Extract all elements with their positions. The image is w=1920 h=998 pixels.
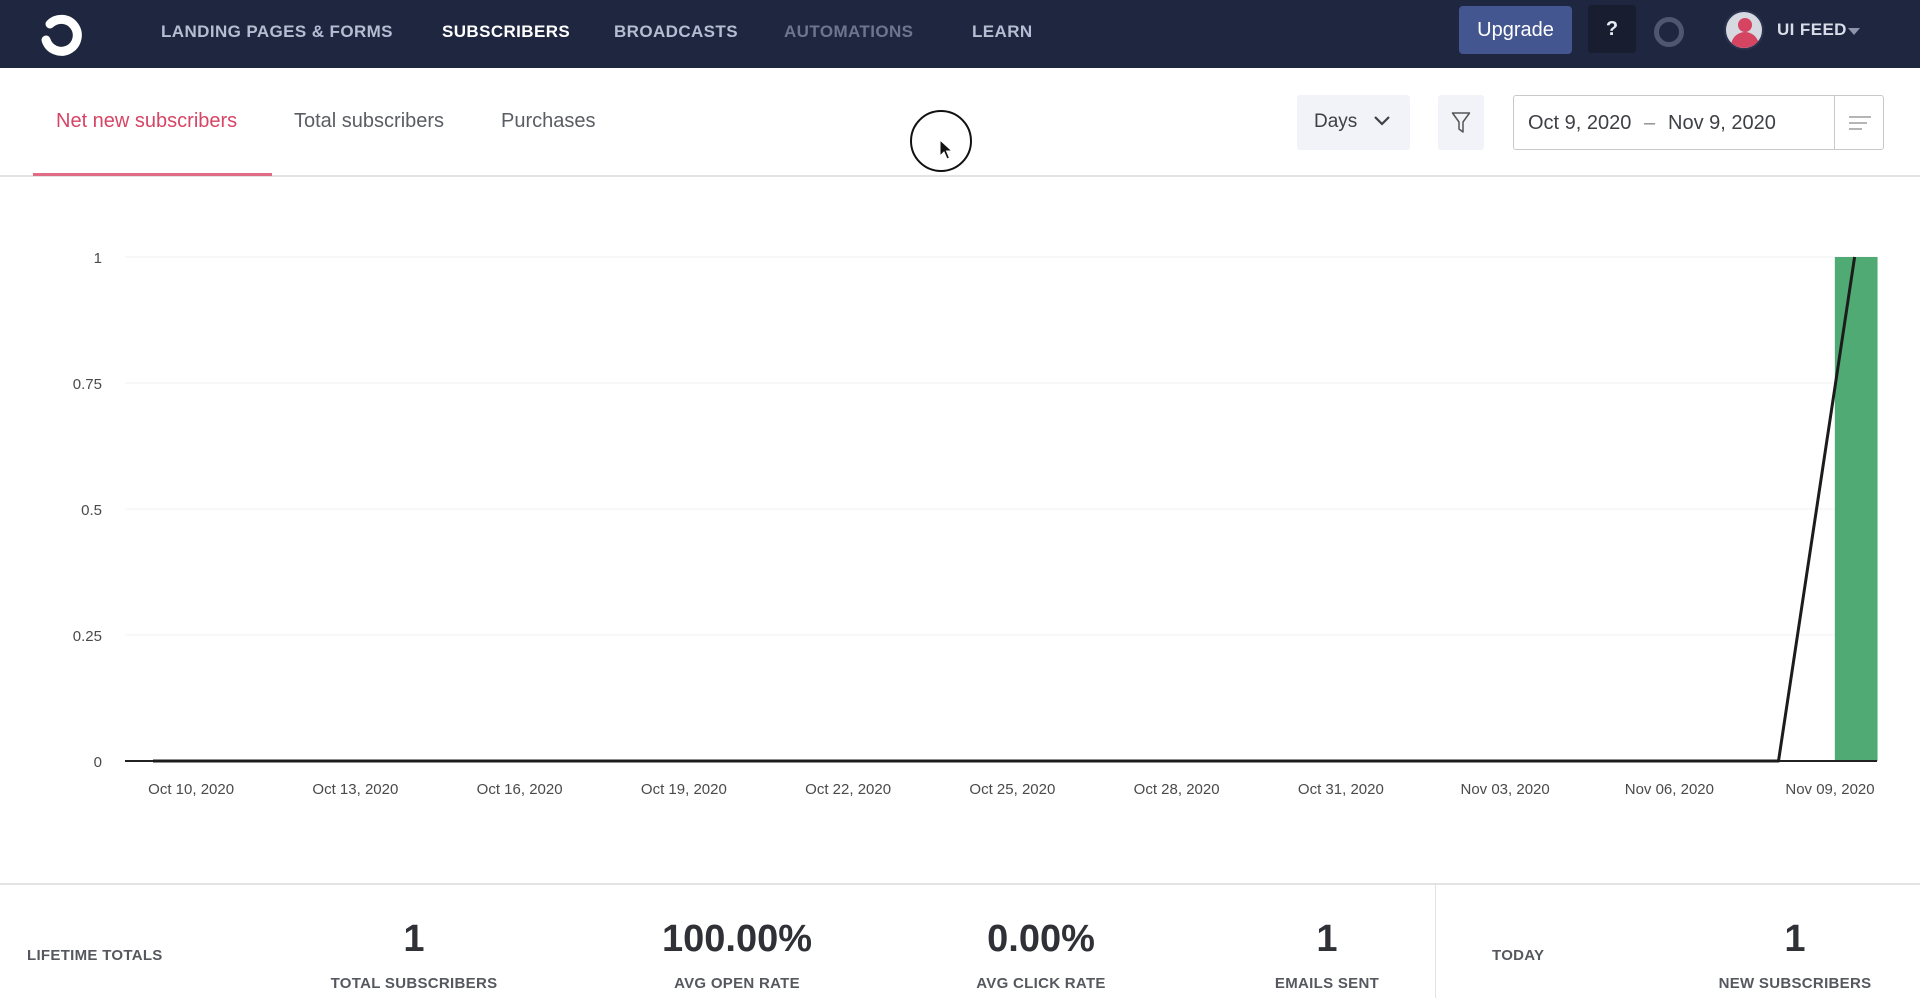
date-range-picker[interactable]: Oct 9, 2020 – Nov 9, 2020 [1513, 95, 1884, 150]
nav-subscribers[interactable]: SUBSCRIBERS [442, 22, 570, 42]
nav-landing-pages-forms[interactable]: LANDING PAGES & FORMS [161, 22, 393, 42]
granularity-select[interactable]: Days [1297, 95, 1410, 150]
date-presets-button[interactable] [1834, 96, 1884, 149]
convertkit-logo-icon[interactable] [36, 10, 84, 58]
tab-total-subscribers[interactable]: Total subscribers [294, 110, 444, 133]
funnel-filter-icon [1451, 112, 1471, 133]
stat-avg-open-rate: 100.00% AVG OPEN RATE [607, 919, 867, 992]
stats-panel: LIFETIME TOTALS 1 TOTAL SUBSCRIBERS 100.… [0, 883, 1920, 998]
stats-divider [1435, 885, 1436, 998]
stat-avg-click-rate: 0.00% AVG CLICK RATE [911, 919, 1171, 992]
lifetime-totals-heading: LIFETIME TOTALS [27, 947, 163, 964]
nav-automations[interactable]: AUTOMATIONS [784, 22, 913, 42]
user-avatar[interactable] [1724, 10, 1764, 50]
x-tick-label: Oct 10, 2020 [148, 781, 234, 798]
stat-label: NEW SUBSCRIBERS [1718, 975, 1872, 992]
upgrade-button[interactable]: Upgrade [1459, 6, 1572, 54]
data-bar [1834, 257, 1878, 761]
stat-new-subscribers-today: 1 NEW SUBSCRIBERS [1665, 919, 1920, 992]
x-tick-label: Nov 03, 2020 [1461, 781, 1550, 798]
stat-value: 1 [403, 918, 425, 960]
loading-ring-icon [1654, 17, 1684, 47]
stat-label: AVG OPEN RATE [674, 975, 800, 992]
nav-broadcasts[interactable]: BROADCASTS [614, 22, 738, 42]
date-end-input[interactable]: Nov 9, 2020 [1668, 112, 1776, 135]
stat-label: EMAILS SENT [1274, 975, 1380, 992]
stat-emails-sent: 1 EMAILS SENT [1197, 919, 1457, 992]
x-tick-label: Oct 16, 2020 [477, 781, 563, 798]
x-tick-label: Oct 31, 2020 [1298, 781, 1384, 798]
y-tick-label: 0.5 [81, 502, 102, 519]
list-menu-icon [1849, 116, 1871, 130]
date-start-input[interactable]: Oct 9, 2020 [1528, 112, 1631, 135]
granularity-value: Days [1314, 111, 1358, 132]
stat-value: 1 [1316, 918, 1338, 960]
x-tick-label: Oct 28, 2020 [1134, 781, 1220, 798]
user-menu-name[interactable]: UI FEED [1777, 20, 1847, 40]
stat-value: 1 [1784, 918, 1806, 960]
avatar-head-shape [1738, 18, 1752, 32]
stat-total-subscribers: 1 TOTAL SUBSCRIBERS [284, 919, 544, 992]
today-heading: TODAY [1492, 947, 1545, 964]
x-tick-label: Oct 22, 2020 [805, 781, 891, 798]
x-tick-label: Nov 06, 2020 [1625, 781, 1714, 798]
chart-svg: 0 0.25 0.5 0.75 1 Oct 10, 2020 Oct 13, 2020 Oct… [73, 250, 1878, 798]
y-tick-label: 0.75 [73, 376, 102, 393]
stat-value: 100.00% [661, 918, 812, 960]
stat-label: TOTAL SUBSCRIBERS [330, 975, 498, 992]
tab-net-new-subscribers[interactable]: Net new subscribers [56, 110, 237, 133]
avatar-body-shape [1731, 32, 1759, 48]
date-separator: – [1644, 112, 1656, 134]
caret-down-icon[interactable] [1848, 28, 1860, 35]
x-tick-label: Nov 09, 2020 [1785, 781, 1874, 798]
x-tick-label: Oct 13, 2020 [312, 781, 398, 798]
stat-label: AVG CLICK RATE [976, 975, 1106, 992]
x-tick-label: Oct 25, 2020 [969, 781, 1055, 798]
nav-learn[interactable]: LEARN [972, 22, 1033, 42]
y-tick-label: 1 [94, 250, 102, 267]
filter-button[interactable] [1438, 95, 1484, 150]
net-new-subscribers-chart: 0 0.25 0.5 0.75 1 Oct 10, 2020 Oct 13, 2020 Oct… [0, 178, 1920, 878]
active-tab-indicator [33, 173, 272, 176]
top-navigation-bar: LANDING PAGES & FORMS SUBSCRIBERS BROADC… [0, 0, 1920, 68]
stat-value: 0.00% [987, 918, 1095, 960]
y-tick-label: 0 [94, 754, 102, 771]
chevron-down-icon [1374, 116, 1390, 126]
x-tick-label: Oct 19, 2020 [641, 781, 727, 798]
tab-purchases[interactable]: Purchases [501, 110, 596, 133]
help-button[interactable]: ? [1588, 5, 1636, 53]
y-tick-label: 0.25 [73, 628, 102, 645]
